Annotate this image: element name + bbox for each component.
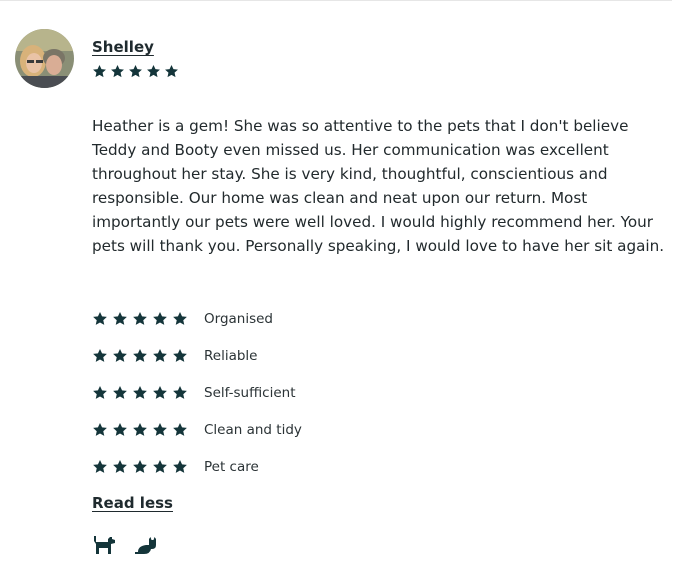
- star-icon: [173, 423, 187, 436]
- star-icon: [173, 349, 187, 362]
- star-icon: [111, 64, 124, 78]
- review-card: Shelley Heather is a gem! She was so att…: [0, 0, 700, 567]
- star-icon: [133, 460, 147, 473]
- star-icon: [93, 349, 107, 362]
- star-icon: [173, 386, 187, 399]
- star-icon: [153, 349, 167, 362]
- rating-label: Self-sufficient: [204, 385, 296, 401]
- star-icon: [147, 64, 160, 78]
- star-icon: [153, 312, 167, 325]
- read-less-link[interactable]: Read less: [92, 494, 173, 512]
- star-icon: [113, 349, 127, 362]
- rating-label: Reliable: [204, 348, 258, 364]
- star-icon: [113, 460, 127, 473]
- cat-icon: [134, 537, 156, 555]
- rating-label: Organised: [204, 311, 273, 327]
- review-text: Heather is a gem! She was so attentive t…: [92, 117, 665, 255]
- rating-stars: [92, 422, 204, 438]
- star-icon: [113, 312, 127, 325]
- rating-row: Self-sufficient: [92, 384, 302, 402]
- star-icon: [129, 64, 142, 78]
- star-icon: [173, 312, 187, 325]
- rating-row: Clean and tidy: [92, 421, 302, 439]
- star-icon: [133, 312, 147, 325]
- rating-stars: [92, 311, 204, 327]
- divider: [0, 0, 672, 1]
- star-icon: [133, 423, 147, 436]
- reviewer-name[interactable]: Shelley: [92, 38, 154, 56]
- rating-stars: [92, 459, 204, 475]
- rating-stars: [92, 385, 204, 401]
- star-icon: [153, 386, 167, 399]
- star-icon: [173, 460, 187, 473]
- star-icon: [113, 386, 127, 399]
- star-icon: [133, 349, 147, 362]
- pet-icons: [92, 535, 156, 555]
- avatar: [15, 29, 74, 88]
- rating-label: Clean and tidy: [204, 422, 302, 438]
- rating-row: Organised: [92, 310, 302, 328]
- star-icon: [165, 64, 178, 78]
- dog-icon: [92, 535, 116, 555]
- rating-stars: [92, 348, 204, 364]
- star-icon: [153, 460, 167, 473]
- star-icon: [133, 386, 147, 399]
- rating-row: Reliable: [92, 347, 302, 365]
- category-ratings: Organised Reliable Self-sufficient Clean an…: [92, 310, 302, 495]
- rating-label: Pet care: [204, 459, 259, 475]
- overall-rating-stars: [92, 64, 179, 79]
- star-icon: [153, 423, 167, 436]
- star-icon: [93, 386, 107, 399]
- rating-row: Pet care: [92, 458, 302, 476]
- star-icon: [93, 423, 107, 436]
- star-icon: [93, 312, 107, 325]
- star-icon: [93, 64, 106, 78]
- star-icon: [113, 423, 127, 436]
- star-icon: [93, 460, 107, 473]
